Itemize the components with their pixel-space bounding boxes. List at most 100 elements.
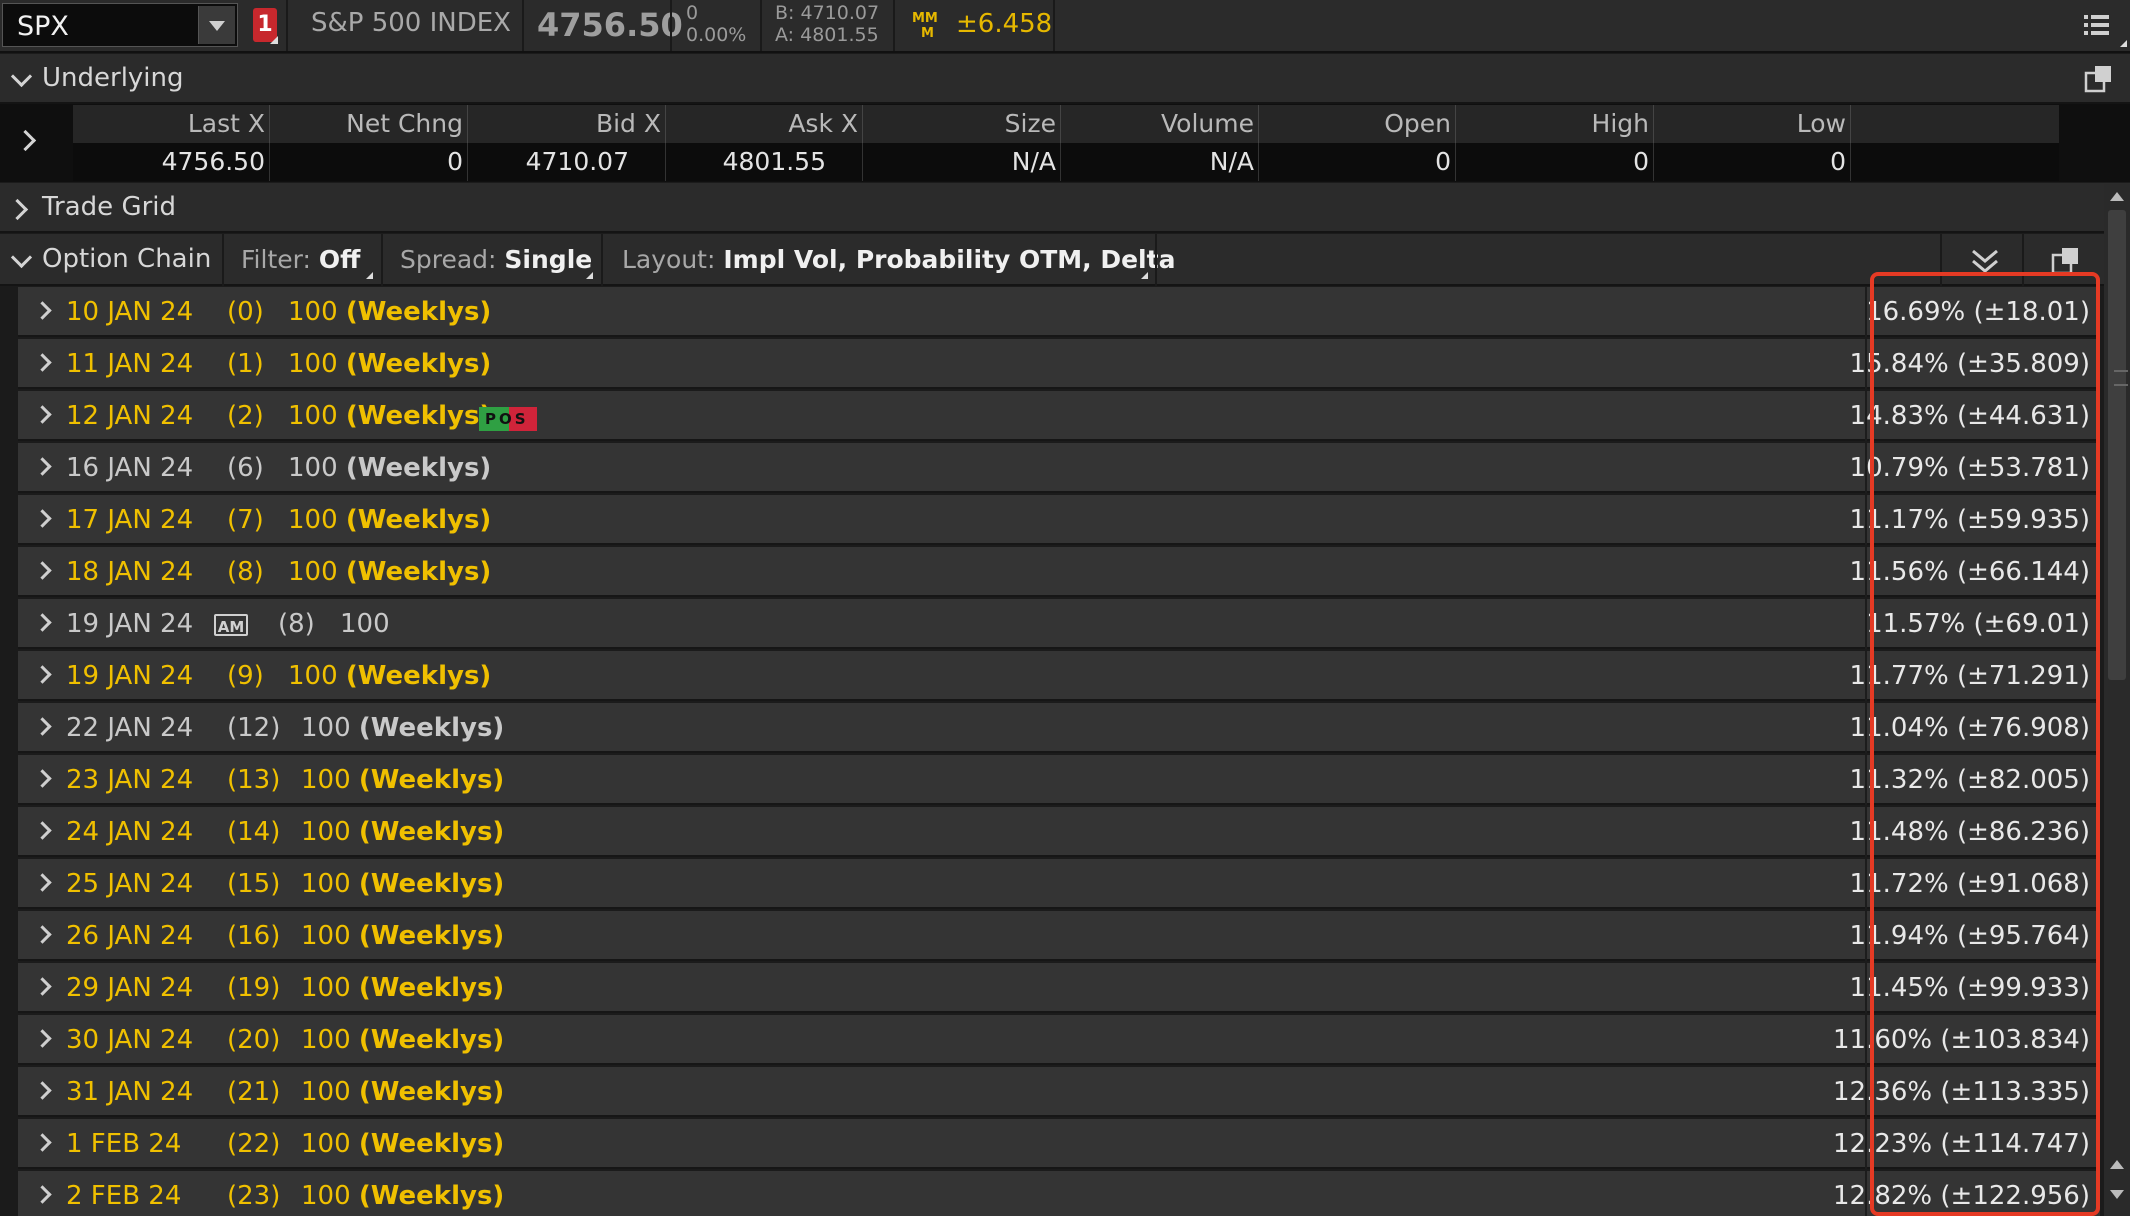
chevron-right-icon[interactable]	[33, 821, 52, 840]
expiration-row[interactable]: 24 JAN 24 (14) 100 (Weeklys) 11.48% (±86.23…	[18, 807, 2100, 857]
column-header-ask[interactable]: Ask X	[666, 105, 863, 143]
underlying-header[interactable]: Underlying	[0, 54, 2130, 104]
filter-control[interactable]: Filter: Off	[241, 234, 360, 286]
header-divider	[381, 234, 383, 286]
header-divider	[1155, 234, 1157, 286]
weeklys-tag: (Weeklys)	[358, 1077, 505, 1107]
expiration-row[interactable]: 2 FEB 24 (23) 100 (Weeklys) 12.82% (±122.95…	[18, 1171, 2100, 1216]
chevron-down-icon[interactable]	[10, 65, 33, 88]
scroll-thumb[interactable]	[2108, 210, 2128, 680]
expiration-row[interactable]: 11 JAN 24 (1) 100 (Weeklys) 15.84% (±35.809…	[18, 339, 2100, 389]
dropdown-corner-icon	[1141, 272, 1148, 279]
expiration-row[interactable]: 1 FEB 24 (22) 100 (Weeklys) 12.23% (±114.74…	[18, 1119, 2100, 1169]
ask-line: A: 4801.55	[775, 24, 879, 46]
position-badge-label: POS	[485, 410, 529, 428]
chevron-right-icon[interactable]	[33, 561, 52, 580]
expiration-date: 18 JAN 24	[66, 557, 194, 587]
chevron-right-icon[interactable]	[33, 873, 52, 892]
chevron-right-icon[interactable]	[33, 665, 52, 684]
expiration-row[interactable]: 22 JAN 24 (12) 100 (Weeklys) 11.04% (±76.90…	[18, 703, 2100, 753]
expiration-date: 25 JAN 24	[66, 869, 194, 899]
underlying-quote-table: Last X Net Chng Bid X Ask X Size Volume …	[73, 105, 2059, 181]
contract-multiplier: 100 (Weeklys)	[288, 297, 491, 327]
chevron-right-icon[interactable]	[33, 457, 52, 476]
scroll-down-icon[interactable]	[2110, 1190, 2124, 1199]
column-header-size[interactable]: Size	[863, 105, 1061, 143]
column-header-open[interactable]: Open	[1259, 105, 1456, 143]
weeklys-tag: (Weeklys)	[358, 713, 505, 743]
layout-control[interactable]: Layout: Impl Vol, Probability OTM, Delta	[622, 234, 1175, 286]
toolbar-divider	[522, 0, 524, 51]
contract-multiplier: 100 (Weeklys)	[301, 713, 504, 743]
multiplier-value: 100	[288, 401, 338, 431]
expiration-row[interactable]: 17 JAN 24 (7) 100 (Weeklys) 11.17% (±59.935…	[18, 495, 2100, 545]
chevron-right-icon[interactable]	[33, 717, 52, 736]
symbol-toolbar: 1 S&P 500 INDEX 4756.50 0 0.00% B: 4710.…	[0, 0, 2130, 53]
implied-volatility: 11.94% (±95.764)	[1850, 921, 2090, 951]
expiration-row[interactable]: 29 JAN 24 (19) 100 (Weeklys) 11.45% (±99.93…	[18, 963, 2100, 1013]
chevron-right-icon[interactable]	[33, 353, 52, 372]
weeklys-tag: (Weeklys)	[358, 765, 505, 795]
chevron-right-icon[interactable]	[33, 509, 52, 528]
expiration-row[interactable]: 16 JAN 24 (6) 100 (Weeklys) 10.79% (±53.781…	[18, 443, 2100, 493]
chevron-right-icon[interactable]	[33, 1029, 52, 1048]
expiration-row[interactable]: 19 JAN 24 AM (8) 100 11.57% (±69.01)	[18, 599, 2100, 649]
expiration-row[interactable]: 10 JAN 24 (0) 100 (Weeklys) 16.69% (±18.01)	[18, 287, 2100, 337]
value-ask: 4801.55	[666, 143, 863, 181]
net-change: 0	[686, 2, 699, 24]
trade-grid-header[interactable]: Trade Grid	[0, 183, 2130, 233]
chevron-down-icon[interactable]	[10, 246, 33, 269]
header-divider	[2022, 234, 2024, 286]
double-chevron-down-icon[interactable]	[1970, 247, 2000, 277]
chevron-right-icon[interactable]	[33, 769, 52, 788]
days-to-expiration: (19)	[227, 973, 281, 1003]
column-header-last[interactable]: Last X	[73, 105, 270, 143]
list-menu-icon[interactable]	[2082, 10, 2112, 40]
symbol-selector[interactable]	[2, 3, 238, 47]
popout-window-icon[interactable]	[2083, 64, 2113, 94]
chevron-right-icon[interactable]	[6, 198, 29, 221]
expiration-row[interactable]: 23 JAN 24 (13) 100 (Weeklys) 11.32% (±82.00…	[18, 755, 2100, 805]
expiration-row[interactable]: 25 JAN 24 (15) 100 (Weeklys) 11.72% (±91.06…	[18, 859, 2100, 909]
spread-control[interactable]: Spread: Single	[400, 234, 592, 286]
column-header-low[interactable]: Low	[1654, 105, 1851, 143]
days-to-expiration: (7)	[227, 505, 264, 535]
weeklys-tag: (Weeklys)	[345, 349, 492, 379]
chevron-right-icon[interactable]	[33, 405, 52, 424]
value-bid: 4710.07	[468, 143, 666, 181]
scroll-step-icon[interactable]	[2110, 1160, 2124, 1169]
expiration-row[interactable]: 19 JAN 24 (9) 100 (Weeklys) 11.77% (±71.291…	[18, 651, 2100, 701]
expiration-row[interactable]: 26 JAN 24 (16) 100 (Weeklys) 11.94% (±95.76…	[18, 911, 2100, 961]
chevron-right-icon[interactable]	[33, 925, 52, 944]
scroll-up-icon[interactable]	[2110, 192, 2124, 201]
expiration-date: 1 FEB 24	[66, 1129, 182, 1159]
contract-multiplier: 100 (Weeklys)	[288, 505, 491, 535]
column-header-volume[interactable]: Volume	[1061, 105, 1259, 143]
column-header-high[interactable]: High	[1456, 105, 1654, 143]
expiration-row[interactable]: 12 JAN 24 (2) 100 (Weeklys) POS 14.83% (±44.…	[18, 391, 2100, 441]
weeklys-tag: (Weeklys)	[358, 973, 505, 1003]
iv-value: 10.79% (±53.781)	[1849, 453, 2090, 483]
symbol-input[interactable]	[15, 8, 199, 44]
expiration-row[interactable]: 18 JAN 24 (8) 100 (Weeklys) 11.56% (±66.144…	[18, 547, 2100, 597]
popout-window-icon[interactable]	[2050, 246, 2080, 276]
chevron-right-icon[interactable]	[33, 977, 52, 996]
chevron-right-icon[interactable]	[33, 301, 52, 320]
expiration-date: 19 JAN 24	[66, 609, 194, 639]
chevron-right-icon[interactable]	[33, 1081, 52, 1100]
expiration-row[interactable]: 30 JAN 24 (20) 100 (Weeklys) 11.60% (±103.8…	[18, 1015, 2100, 1065]
vertical-scrollbar[interactable]	[2104, 184, 2130, 1216]
weeklys-tag: (Weeklys)	[345, 401, 492, 431]
column-header-bid[interactable]: Bid X	[468, 105, 666, 143]
chevron-right-icon[interactable]	[33, 1133, 52, 1152]
implied-volatility: 11.72% (±91.068)	[1850, 869, 2090, 899]
chevron-right-icon[interactable]	[33, 1185, 52, 1204]
column-header-net-change[interactable]: Net Chng	[270, 105, 468, 143]
layout-label: Layout:	[622, 245, 716, 274]
chevron-right-icon[interactable]	[33, 613, 52, 632]
expiration-row[interactable]: 31 JAN 24 (21) 100 (Weeklys) 12.36% (±113.3…	[18, 1067, 2100, 1117]
implied-volatility: 11.48% (±86.236)	[1850, 817, 2090, 847]
last-price: 4756.50	[537, 6, 683, 44]
contract-multiplier: 100 (Weeklys)	[288, 453, 491, 483]
symbol-dropdown-button[interactable]	[198, 6, 235, 44]
